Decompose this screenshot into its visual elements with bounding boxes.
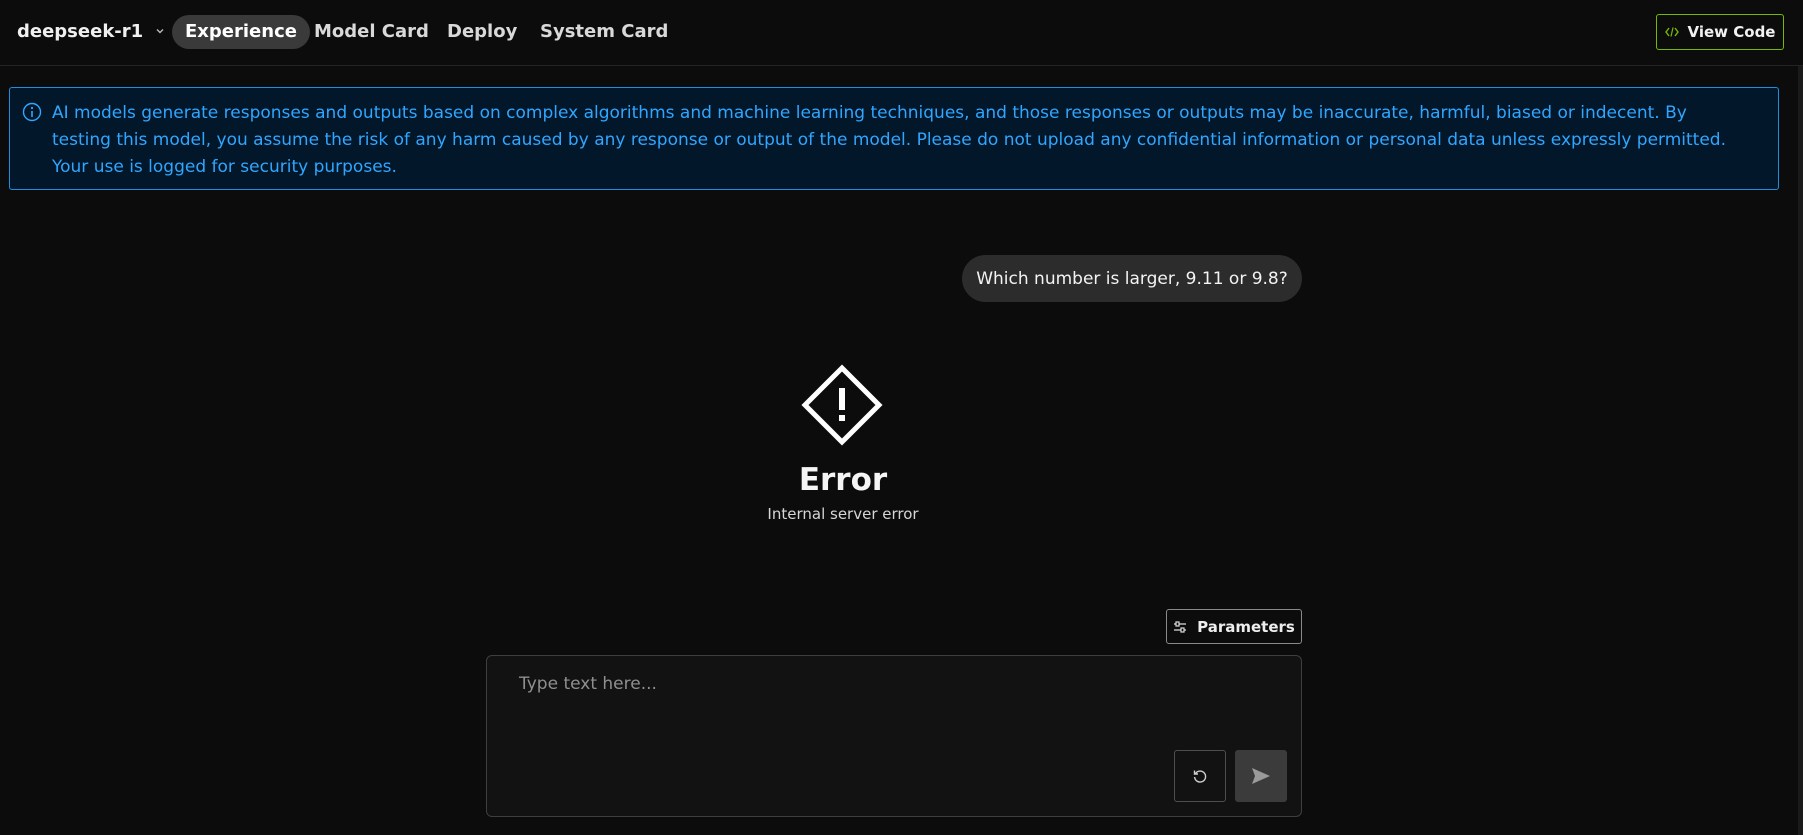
tab-experience[interactable]: Experience <box>172 15 310 49</box>
tab-deploy[interactable]: Deploy <box>434 15 530 49</box>
send-icon <box>1252 768 1270 784</box>
parameters-label: Parameters <box>1197 617 1295 636</box>
scrollbar[interactable] <box>1798 66 1803 835</box>
disclaimer-text: AI models generate responses and outputs… <box>52 103 1726 177</box>
chevron-down-icon <box>156 29 164 34</box>
reset-button[interactable] <box>1174 750 1226 802</box>
message-input[interactable] <box>517 672 1221 736</box>
model-selector[interactable]: deepseek-r1 <box>17 18 165 44</box>
view-code-label: View Code <box>1687 23 1776 41</box>
top-navigation-bar: deepseek-r1 Experience Model Card Deploy… <box>0 0 1803 66</box>
disclaimer-notice: AI models generate responses and outputs… <box>9 87 1779 190</box>
warning-diamond-icon <box>801 364 883 446</box>
message-composer <box>486 655 1302 817</box>
error-title: Error <box>798 462 888 498</box>
info-icon <box>22 102 42 122</box>
parameters-button[interactable]: Parameters <box>1166 609 1302 644</box>
tab-system-card[interactable]: System Card <box>527 15 681 49</box>
user-message-text: Which number is larger, 9.11 or 9.8? <box>976 268 1288 289</box>
code-icon <box>1664 27 1679 37</box>
error-message: Internal server error <box>767 505 919 523</box>
sliders-icon <box>1174 620 1187 633</box>
tab-model-card[interactable]: Model Card <box>301 15 442 49</box>
send-button[interactable] <box>1235 750 1287 802</box>
model-name: deepseek-r1 <box>17 20 144 42</box>
view-code-button[interactable]: View Code <box>1656 14 1784 50</box>
reset-icon <box>1193 770 1207 783</box>
user-message-bubble: Which number is larger, 9.11 or 9.8? <box>962 255 1302 302</box>
